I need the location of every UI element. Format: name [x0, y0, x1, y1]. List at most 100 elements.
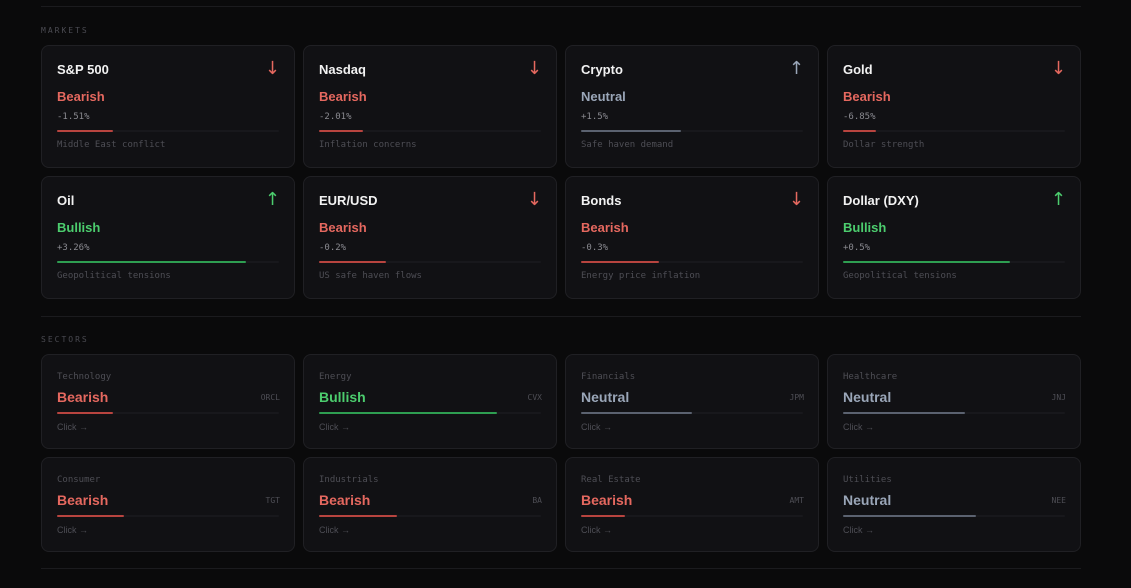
click-hint-link[interactable]: Click →	[581, 525, 612, 535]
sentiment-bar	[843, 515, 1065, 517]
click-hint-link[interactable]: Click →	[843, 422, 874, 432]
percent-change: -2.01%	[319, 112, 352, 122]
sector-card-utilities[interactable]: Utilities Neutral NEE Click →	[827, 457, 1081, 552]
percent-change: -6.85%	[843, 112, 876, 122]
sector-card-energy[interactable]: Energy Bullish CVX Click →	[303, 354, 557, 449]
market-card-bonds[interactable]: Bonds ↓ Bearish -0.3% Energy price inflation	[565, 176, 819, 299]
sentiment-label: Bullish	[57, 220, 101, 235]
sentiment-bar	[581, 515, 803, 517]
sector-name: Technology	[57, 372, 112, 382]
market-driver-note: Geopolitical tensions	[57, 271, 171, 281]
sector-name: Real Estate	[581, 475, 641, 485]
arrow-down-icon: ↓	[526, 189, 542, 210]
sector-card-healthcare[interactable]: Healthcare Neutral JNJ Click →	[827, 354, 1081, 449]
ticker-symbol: AMT	[789, 496, 804, 505]
market-card-oil[interactable]: Oil ↑ Bullish +3.26% Geopolitical tensions	[41, 176, 295, 299]
percent-change: +1.5%	[581, 112, 609, 122]
sectors-grid: Technology Bearish ORCL Click → Energy Bullis…	[41, 354, 1081, 552]
ticker-symbol: ORCL	[260, 393, 280, 402]
sentiment-bar	[57, 130, 279, 132]
percent-change: +3.26%	[57, 243, 90, 253]
arrow-up-icon: ↑	[1050, 189, 1066, 210]
market-card-s-p-500[interactable]: S&P 500 ↓ Bearish -1.51% Middle East conflic…	[41, 45, 295, 168]
market-driver-note: Middle East conflict	[57, 140, 166, 150]
market-name: Dollar (DXY)	[843, 193, 919, 208]
sentiment-label: Bearish	[57, 389, 109, 405]
sentiment-label: Neutral	[843, 492, 892, 508]
market-name: Crypto	[581, 62, 623, 77]
sentiment-label: Neutral	[581, 389, 630, 405]
sentiment-label: Neutral	[581, 89, 626, 104]
market-card-crypto[interactable]: Crypto ↑ Neutral +1.5% Safe haven demand	[565, 45, 819, 168]
sector-card-technology[interactable]: Technology Bearish ORCL Click →	[41, 354, 295, 449]
sentiment-bar-fill	[319, 261, 386, 263]
sentiment-bar-fill	[581, 130, 681, 132]
sector-card-consumer[interactable]: Consumer Bearish TGT Click →	[41, 457, 295, 552]
click-hint-link[interactable]: Click →	[843, 525, 874, 535]
arrow-down-icon: ↓	[1050, 58, 1066, 79]
click-hint-link[interactable]: Click →	[57, 422, 88, 432]
sector-name: Energy	[319, 372, 352, 382]
sentiment-label: Bearish	[581, 492, 633, 508]
sector-name: Utilities	[843, 475, 892, 485]
ticker-symbol: NEE	[1051, 496, 1066, 505]
sentiment-bar-fill	[843, 412, 966, 414]
middle-divider	[41, 316, 1081, 317]
ticker-symbol: TGT	[265, 496, 280, 505]
sentiment-bar-fill	[581, 261, 659, 263]
ticker-symbol: CVX	[527, 393, 542, 402]
ticker-symbol: BA	[532, 496, 542, 505]
click-hint-link[interactable]: Click →	[319, 422, 350, 432]
click-hint-link[interactable]: Click →	[57, 525, 88, 535]
sector-card-real-estate[interactable]: Real Estate Bearish AMT Click →	[565, 457, 819, 552]
percent-change: -0.3%	[581, 243, 609, 253]
click-hint-link[interactable]: Click →	[581, 422, 612, 432]
sentiment-label: Bearish	[581, 220, 629, 235]
sector-card-industrials[interactable]: Industrials Bearish BA Click →	[303, 457, 557, 552]
sentiment-bar-fill	[57, 130, 113, 132]
click-hint-link[interactable]: Click →	[319, 525, 350, 535]
market-driver-note: Inflation concerns	[319, 140, 417, 150]
sector-name: Consumer	[57, 475, 101, 485]
market-name: Bonds	[581, 193, 622, 208]
sentiment-label: Bearish	[319, 492, 371, 508]
sentiment-label: Bearish	[57, 89, 105, 104]
sentiment-bar	[581, 261, 803, 263]
sentiment-bar-fill	[319, 412, 497, 414]
market-card-dollar-dxy[interactable]: Dollar (DXY) ↑ Bullish +0.5% Geopolitical te…	[827, 176, 1081, 299]
market-name: Oil	[57, 193, 75, 208]
percent-change: -0.2%	[319, 243, 347, 253]
sector-card-financials[interactable]: Financials Neutral JPM Click →	[565, 354, 819, 449]
sentiment-label: Bullish	[319, 389, 366, 405]
sentiment-bar	[319, 261, 541, 263]
sentiment-label: Bearish	[319, 89, 367, 104]
sentiment-bar	[319, 412, 541, 414]
sector-name: Healthcare	[843, 372, 898, 382]
arrow-up-icon: ↑	[264, 189, 280, 210]
top-divider	[41, 6, 1081, 7]
market-driver-note: US safe haven flows	[319, 271, 422, 281]
sentiment-bar-fill	[57, 412, 113, 414]
market-driver-note: Geopolitical tensions	[843, 271, 957, 281]
sentiment-bar-fill	[843, 261, 1010, 263]
market-card-gold[interactable]: Gold ↓ Bearish -6.85% Dollar strength	[827, 45, 1081, 168]
bottom-divider	[41, 568, 1081, 569]
sentiment-label: Bearish	[57, 492, 109, 508]
sentiment-bar-fill	[57, 261, 246, 263]
ticker-symbol: JNJ	[1051, 393, 1066, 402]
arrow-up-icon: ↑	[788, 58, 804, 79]
market-driver-note: Dollar strength	[843, 140, 925, 150]
percent-change: -1.51%	[57, 112, 90, 122]
sentiment-bar	[581, 412, 803, 414]
sentiment-bar-fill	[57, 515, 124, 517]
sentiment-bar-fill	[843, 515, 977, 517]
sentiment-bar-fill	[319, 515, 397, 517]
arrow-down-icon: ↓	[264, 58, 280, 79]
market-card-eur-usd[interactable]: EUR/USD ↓ Bearish -0.2% US safe haven flows	[303, 176, 557, 299]
sentiment-bar	[581, 130, 803, 132]
sentiment-bar-fill	[319, 130, 364, 132]
sentiment-bar-fill	[581, 515, 626, 517]
market-driver-note: Energy price inflation	[581, 271, 701, 281]
market-card-nasdaq[interactable]: Nasdaq ↓ Bearish -2.01% Inflation concerns	[303, 45, 557, 168]
sentiment-bar	[57, 261, 279, 263]
